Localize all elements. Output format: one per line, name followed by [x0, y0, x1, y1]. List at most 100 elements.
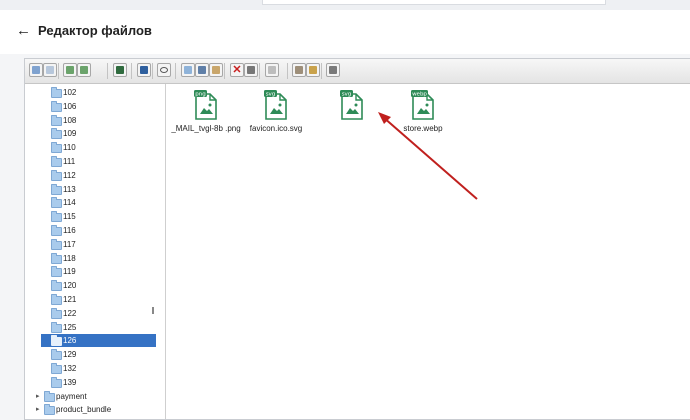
- delete-button[interactable]: ✕: [230, 63, 244, 77]
- paste-icon: [212, 66, 220, 74]
- cut-button[interactable]: [195, 63, 209, 77]
- forward-nav-button[interactable]: [43, 63, 57, 77]
- save-button[interactable]: [113, 63, 127, 77]
- toolbar-separator: [152, 63, 153, 79]
- tree-item-119[interactable]: 119: [25, 265, 165, 278]
- resize-icon: [309, 66, 317, 74]
- tree-item-label: 126: [63, 336, 77, 346]
- tree-item-label: 110: [63, 143, 76, 153]
- file-grid: png _MAIL_tvgl-8b .png svg favicon.ico.svg s…: [166, 84, 690, 419]
- tree-item-118[interactable]: 118: [25, 252, 165, 265]
- tree-item-label: 115: [63, 212, 76, 222]
- tree-item-112[interactable]: 112: [25, 169, 165, 182]
- tree-item-129[interactable]: 129: [25, 348, 165, 361]
- file-item[interactable]: svg: [317, 88, 387, 148]
- tree-item-125[interactable]: 125: [25, 321, 165, 334]
- folder-tree[interactable]: 102 106 108 109 110 111 112 113 114 115 116 117 118 1…: [25, 84, 166, 419]
- info-icon: [140, 66, 148, 74]
- folder-icon: [51, 376, 62, 388]
- folder-icon: [51, 128, 62, 140]
- chevron-right-icon[interactable]: ▸: [36, 392, 40, 401]
- tree-item-117[interactable]: 117: [25, 238, 165, 251]
- archive-icon: [295, 66, 303, 74]
- image-file-icon: svg: [264, 90, 287, 120]
- tree-item-122[interactable]: 122: [25, 307, 165, 320]
- tree-item-label: 102: [63, 88, 77, 97]
- tree-item-label: 116: [63, 226, 76, 235]
- tree-item-113[interactable]: 113: [25, 183, 165, 196]
- svg-text:webp: webp: [412, 92, 427, 98]
- tree-item-115[interactable]: 115: [25, 210, 165, 223]
- tree-item-payment[interactable]: ▸ payment: [25, 390, 165, 403]
- toolbar-separator: [175, 63, 176, 79]
- folder-icon: [51, 321, 62, 333]
- file-item[interactable]: webp store.webp: [388, 88, 458, 148]
- paste-button[interactable]: [209, 63, 223, 77]
- search-input[interactable]: [262, 0, 606, 5]
- extract-button[interactable]: [292, 63, 306, 77]
- tree-item-label: 109: [63, 129, 77, 139]
- folder-icon: [51, 197, 62, 209]
- folder-icon: [51, 252, 62, 264]
- tree-item-label: 114: [63, 198, 76, 208]
- tree-item-label: 129: [63, 350, 77, 360]
- file-item[interactable]: png _MAIL_tvgl-8b .png: [171, 88, 241, 148]
- folder-icon: [51, 114, 62, 126]
- upload-button[interactable]: [63, 63, 77, 77]
- file-name: favicon.ico.svg: [249, 124, 303, 133]
- top-bar: [0, 0, 690, 10]
- page-title: Редактор файлов: [38, 23, 152, 38]
- edit-button[interactable]: [265, 63, 279, 77]
- edit-icon: [268, 66, 276, 74]
- arrow-left-icon[interactable]: ←: [16, 22, 31, 40]
- tree-item-label: 112: [63, 170, 76, 180]
- info-button[interactable]: [137, 63, 151, 77]
- toolbar-separator: [224, 63, 225, 79]
- tree-item-139[interactable]: 139: [25, 376, 165, 389]
- page-header: ← Редактор файлов: [0, 10, 690, 54]
- list-view-icon: [329, 66, 337, 74]
- folder-icon: [51, 335, 62, 347]
- tree-item-121[interactable]: 121: [25, 293, 165, 306]
- tree-item-product_bundle[interactable]: ▸ product_bundle: [25, 403, 165, 416]
- tree-item-126[interactable]: 126: [25, 334, 165, 348]
- view-mode-button[interactable]: [326, 63, 340, 77]
- arrow-right-icon: [46, 66, 54, 74]
- back-nav-button[interactable]: [29, 63, 43, 77]
- tree-item-110[interactable]: 110: [25, 141, 165, 154]
- tree-item-label: 108: [63, 115, 77, 125]
- folder-icon: [51, 280, 62, 292]
- folder-icon: [51, 266, 62, 278]
- resize-button[interactable]: [306, 63, 320, 77]
- image-file-icon: webp: [411, 90, 434, 120]
- tree-item-106[interactable]: 106: [25, 100, 165, 113]
- file-item[interactable]: svg favicon.ico.svg: [241, 88, 311, 148]
- tree-item-label: product_bundle: [56, 405, 112, 415]
- tree-item-120[interactable]: 120: [25, 279, 165, 292]
- file-name: store.webp: [403, 124, 443, 133]
- copy-button[interactable]: [181, 63, 195, 77]
- tree-item-label: 122: [63, 308, 77, 318]
- tree-item-label: 118: [63, 253, 76, 263]
- svg-text:svg: svg: [342, 92, 352, 98]
- tree-item-116[interactable]: 116: [25, 224, 165, 237]
- tree-item-114[interactable]: 114: [25, 196, 165, 209]
- file-manager: ✕ 102 106 108 109 110 111 112 113 114 115 116 117 11…: [24, 58, 690, 420]
- download-button[interactable]: [77, 63, 91, 77]
- tree-item-132[interactable]: 132: [25, 362, 165, 375]
- tree-item-111[interactable]: 111: [25, 155, 165, 168]
- tree-item-label: 125: [63, 322, 77, 332]
- rename-button[interactable]: [244, 63, 258, 77]
- folder-icon: [51, 211, 62, 223]
- tree-item-label: 120: [63, 281, 77, 291]
- eye-icon: [160, 67, 168, 73]
- svg-text:png: png: [195, 92, 205, 98]
- tree-item-label: 106: [63, 101, 77, 111]
- tree-item-108[interactable]: 108: [25, 114, 165, 127]
- image-file-icon: svg: [340, 90, 363, 120]
- tree-item-102[interactable]: 102: [25, 86, 165, 99]
- tree-item-label: 119: [63, 267, 76, 277]
- tree-item-109[interactable]: 109: [25, 127, 165, 140]
- preview-button[interactable]: [157, 63, 171, 77]
- delete-icon: ✕: [232, 64, 242, 76]
